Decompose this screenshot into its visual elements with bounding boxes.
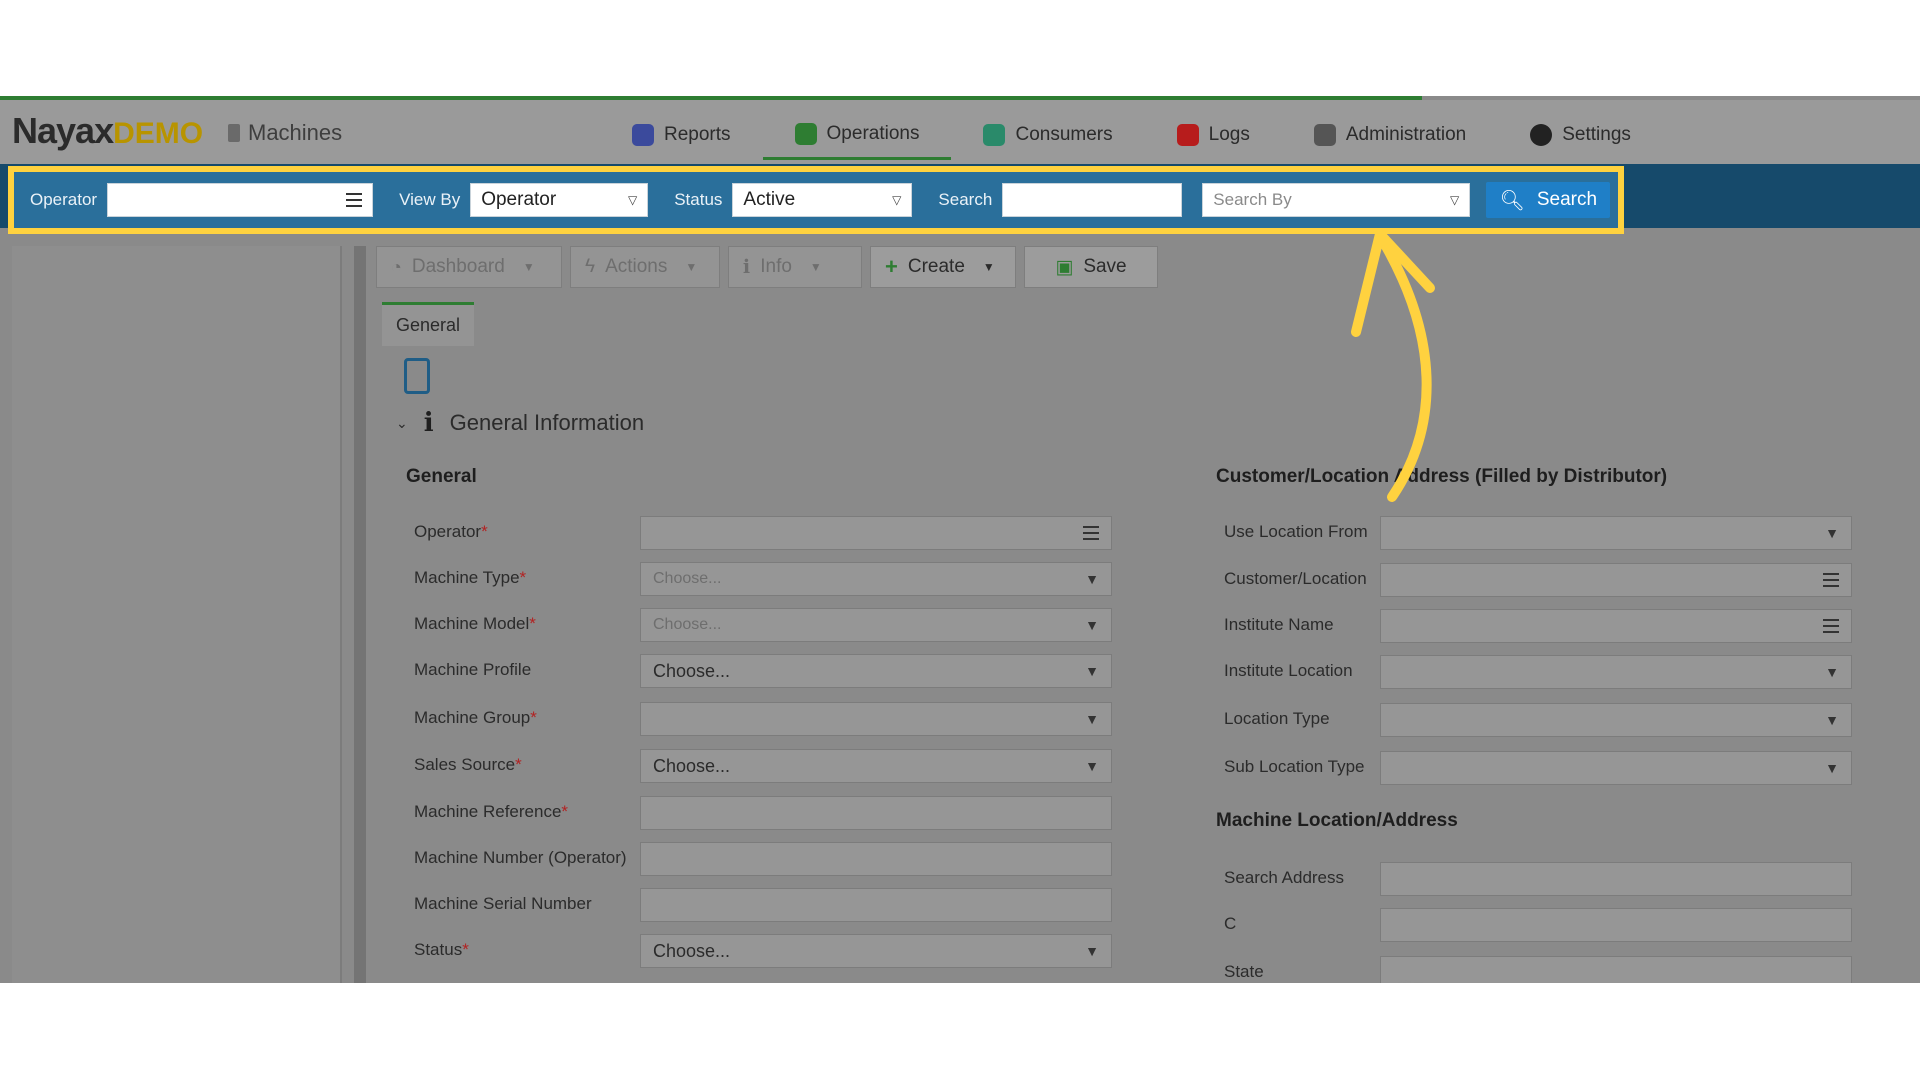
annotation-arrow <box>1351 229 1435 502</box>
app-frame: NayaxDEMO Machines Reports Operations Co… <box>0 96 1920 983</box>
